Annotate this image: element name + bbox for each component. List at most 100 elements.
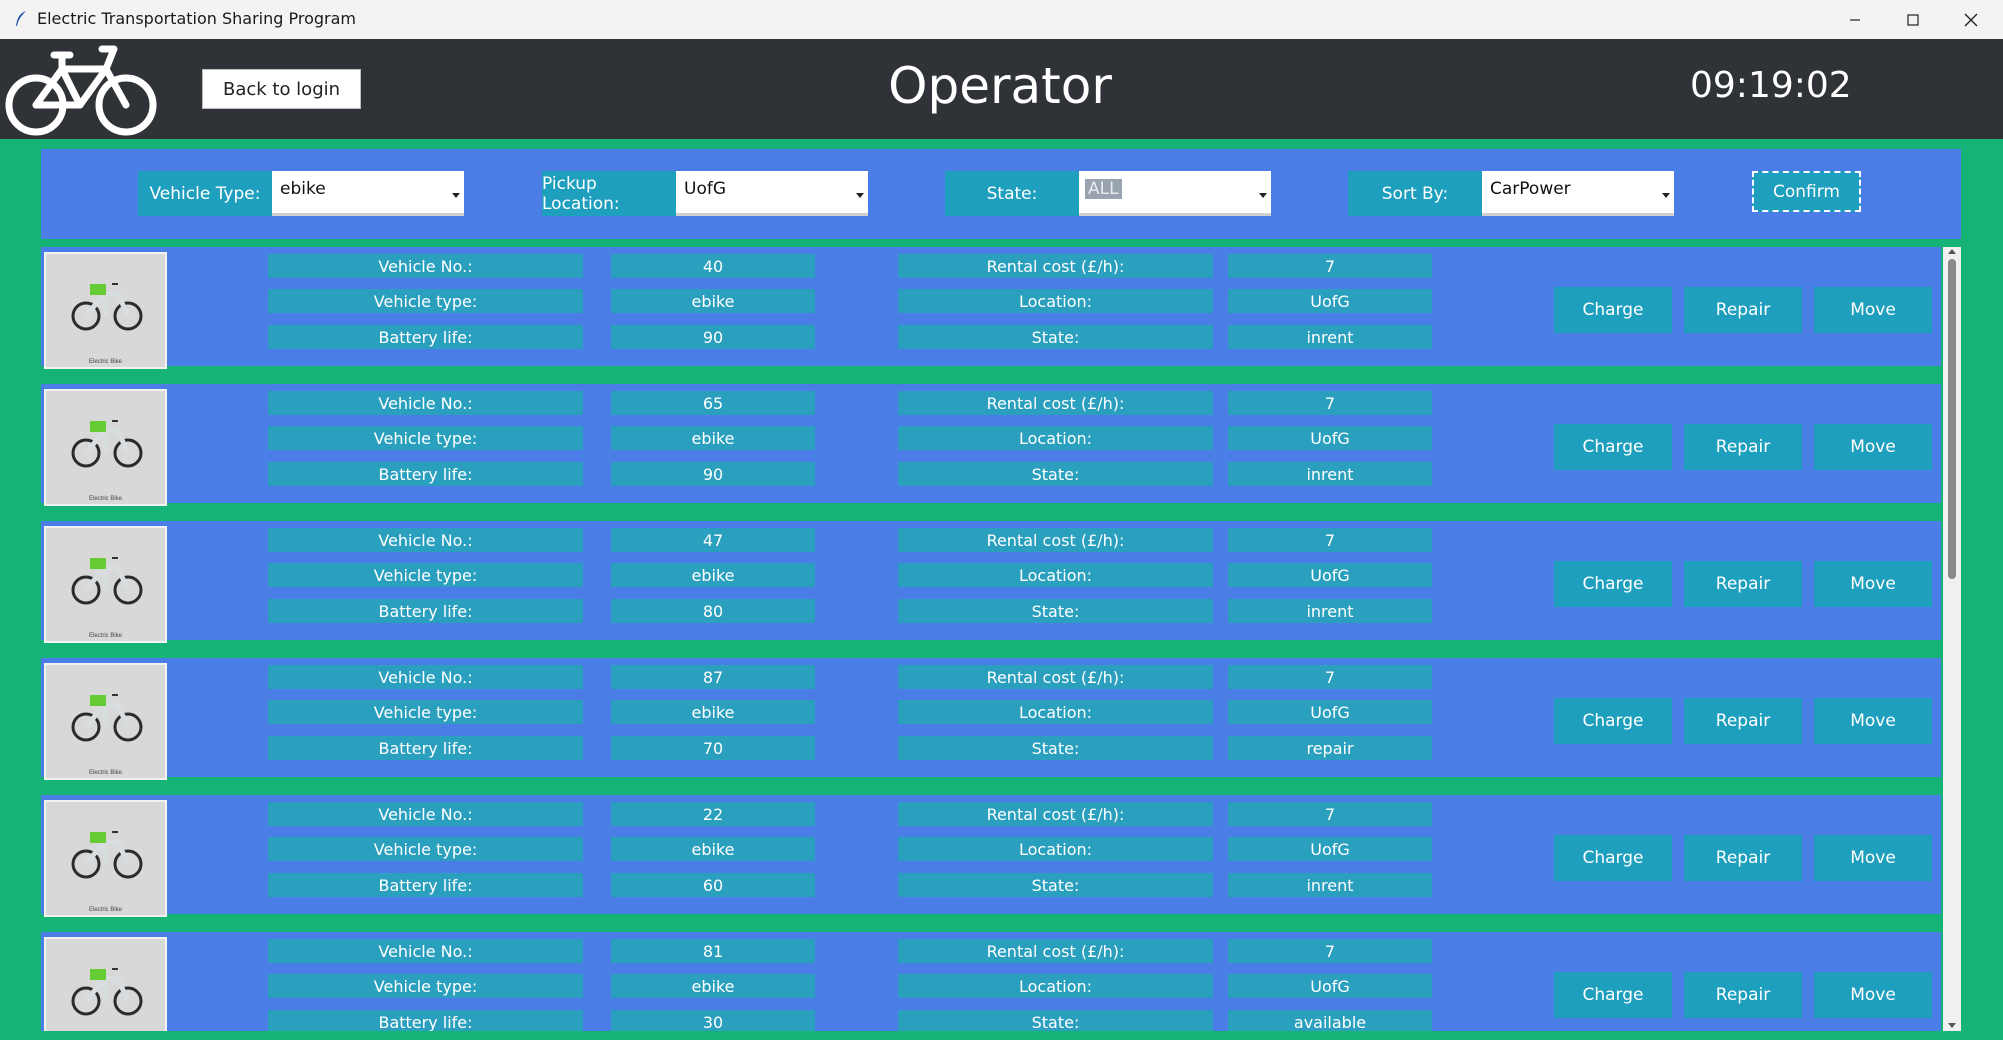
vehicle-type-value: ebike [611, 426, 815, 450]
image-caption: Electric Bike [88, 633, 122, 639]
vehicle-no-label: Vehicle No.: [268, 254, 583, 278]
vehicle-no-label: Vehicle No.: [268, 665, 583, 689]
repair-button[interactable]: Repair [1684, 561, 1802, 607]
minimize-button[interactable] [1826, 0, 1884, 39]
move-button[interactable]: Move [1814, 835, 1932, 881]
move-button[interactable]: Move [1814, 424, 1932, 470]
chevron-down-icon [1259, 193, 1267, 198]
ebike-image: Electric Bike [44, 526, 167, 643]
vehicle-type-value: ebike [280, 179, 326, 199]
location-label: Location: [898, 426, 1213, 450]
image-caption: Electric Bike [88, 907, 122, 913]
vehicle-type-value: ebike [611, 974, 815, 998]
repair-button[interactable]: Repair [1684, 698, 1802, 744]
vehicle-no-value: 87 [611, 665, 815, 689]
ebike-icon [71, 694, 143, 742]
repair-button[interactable]: Repair [1684, 972, 1802, 1018]
rental-cost-label: Rental cost (£/h): [898, 528, 1213, 552]
rental-cost-label: Rental cost (£/h): [898, 254, 1213, 278]
state-label: State: [898, 325, 1213, 349]
battery-life-value: 80 [611, 599, 815, 623]
window-titlebar: Electric Transportation Sharing Program [0, 0, 2003, 40]
charge-button[interactable]: Charge [1554, 287, 1672, 333]
rental-cost-label: Rental cost (£/h): [898, 939, 1213, 963]
vehicle-type-label: Vehicle type: [268, 974, 583, 998]
charge-button[interactable]: Charge [1554, 972, 1672, 1018]
charge-button[interactable]: Charge [1554, 424, 1672, 470]
move-button[interactable]: Move [1814, 561, 1932, 607]
maximize-icon [1907, 13, 1919, 26]
vehicle-type-value: ebike [611, 700, 815, 724]
sort-by-value: CarPower [1490, 179, 1571, 199]
state-label: State: [898, 599, 1213, 623]
sort-by-select[interactable]: CarPower [1482, 171, 1674, 216]
battery-life-label: Battery life: [268, 1010, 583, 1031]
back-to-login-button[interactable]: Back to login [202, 69, 361, 109]
repair-button[interactable]: Repair [1684, 287, 1802, 333]
charge-button[interactable]: Charge [1554, 561, 1672, 607]
rental-cost-label: Rental cost (£/h): [898, 665, 1213, 689]
ebike-icon [71, 968, 143, 1016]
window-title: Electric Transportation Sharing Program [37, 9, 357, 28]
ebike-icon [71, 283, 143, 331]
scroll-thumb[interactable] [1948, 259, 1956, 579]
chevron-down-icon [1662, 193, 1670, 198]
state-value: inrent [1228, 599, 1432, 623]
state-select[interactable]: ALL [1079, 171, 1271, 216]
move-button[interactable]: Move [1814, 972, 1932, 1018]
confirm-button[interactable]: Confirm [1752, 171, 1861, 212]
battery-life-value: 90 [611, 462, 815, 486]
maximize-button[interactable] [1884, 0, 1942, 39]
state-value: inrent [1228, 873, 1432, 897]
vehicle-no-value: 47 [611, 528, 815, 552]
vehicle-type-select[interactable]: ebike [272, 171, 464, 216]
scroll-down-icon[interactable] [1948, 1023, 1956, 1028]
vehicle-no-value: 22 [611, 802, 815, 826]
vehicle-type-label: Vehicle type: [268, 837, 583, 861]
vehicle-row: Electric Bike Vehicle No.: 81 Rental cos… [41, 932, 1941, 1031]
battery-life-value: 30 [611, 1010, 815, 1031]
image-caption: Electric Bike [88, 359, 122, 365]
scroll-up-icon[interactable] [1948, 249, 1956, 254]
charge-button[interactable]: Charge [1554, 698, 1672, 744]
ebike-image: Electric Bike [44, 663, 167, 780]
bicycle-logo-icon [5, 45, 157, 136]
state-value: repair [1228, 736, 1432, 760]
state-value: available [1228, 1010, 1432, 1031]
location-value: UofG [1228, 974, 1432, 998]
vertical-scrollbar[interactable] [1943, 247, 1961, 1031]
vehicle-type-label: Vehicle type: [268, 426, 583, 450]
battery-life-label: Battery life: [268, 599, 583, 623]
vehicle-type-value: ebike [611, 563, 815, 587]
rental-cost-label: Rental cost (£/h): [898, 391, 1213, 415]
clock: 09:19:02 [1690, 65, 1852, 106]
minimize-icon [1850, 18, 1860, 21]
ebike-image: Electric Bike [44, 800, 167, 917]
vehicle-row: Electric Bike Vehicle No.: 47 Rental cos… [41, 521, 1941, 643]
vehicle-no-value: 81 [611, 939, 815, 963]
battery-life-label: Battery life: [268, 325, 583, 349]
move-button[interactable]: Move [1814, 287, 1932, 333]
vehicle-row: Electric Bike Vehicle No.: 65 Rental cos… [41, 384, 1941, 506]
charge-button[interactable]: Charge [1554, 835, 1672, 881]
vehicle-no-label: Vehicle No.: [268, 802, 583, 826]
repair-button[interactable]: Repair [1684, 424, 1802, 470]
repair-button[interactable]: Repair [1684, 835, 1802, 881]
header: Back to login Operator 09:19:02 [0, 39, 2003, 139]
image-caption: Electric Bike [88, 770, 122, 776]
sort-by-label: Sort By: [1348, 171, 1482, 216]
state-label: State: [898, 736, 1213, 760]
battery-life-label: Battery life: [268, 873, 583, 897]
close-button[interactable] [1942, 0, 2000, 39]
location-label: Location: [898, 700, 1213, 724]
state-value: ALL [1085, 179, 1122, 199]
pickup-location-select[interactable]: UofG [676, 171, 868, 216]
pickup-location-label: Pickup Location: [542, 171, 676, 216]
ebike-image: Electric Bike [44, 937, 167, 1031]
location-label: Location: [898, 837, 1213, 861]
rental-cost-value: 7 [1228, 391, 1432, 415]
vehicle-no-value: 65 [611, 391, 815, 415]
battery-life-label: Battery life: [268, 462, 583, 486]
move-button[interactable]: Move [1814, 698, 1932, 744]
vehicle-no-label: Vehicle No.: [268, 939, 583, 963]
